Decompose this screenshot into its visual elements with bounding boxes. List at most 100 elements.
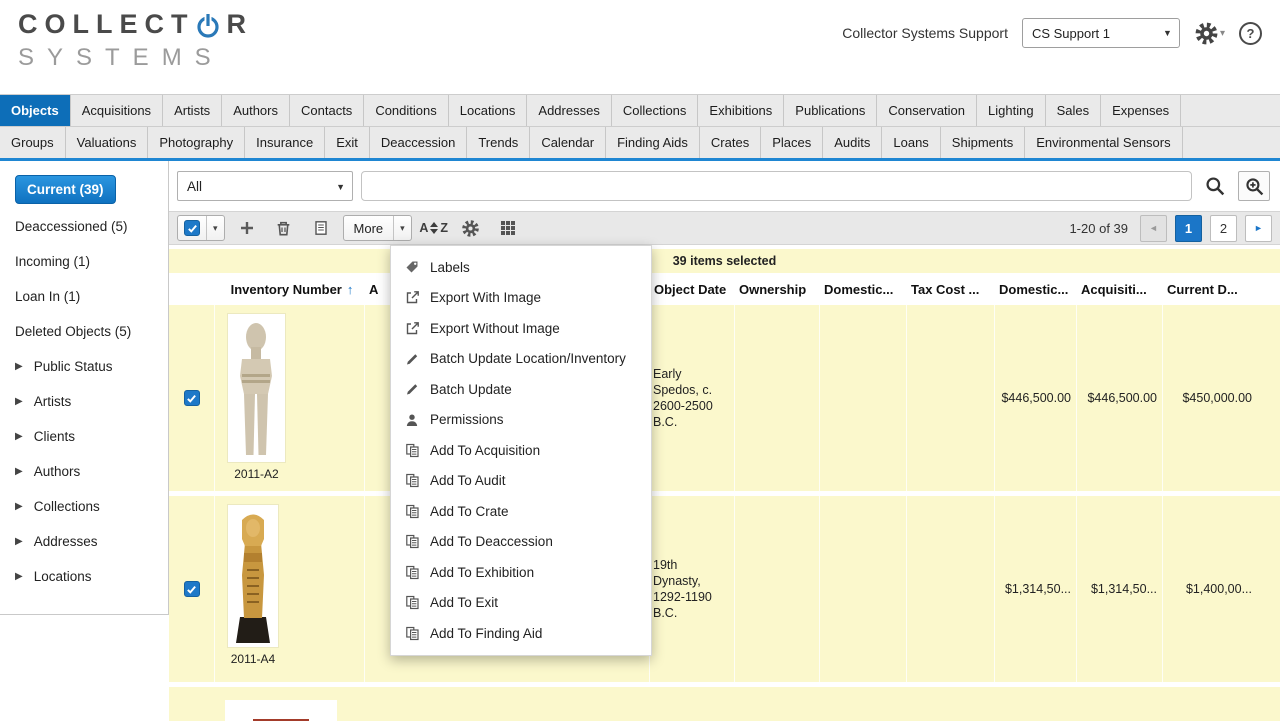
- tab-calendar[interactable]: Calendar: [530, 127, 606, 158]
- menu-item-add-to-exhibition[interactable]: Add To Exhibition: [391, 557, 651, 588]
- tab-exhibitions[interactable]: Exhibitions: [698, 95, 784, 126]
- tab-deaccession[interactable]: Deaccession: [370, 127, 467, 158]
- tab-addresses[interactable]: Addresses: [527, 95, 611, 126]
- menu-item-add-to-finding-aid[interactable]: Add To Finding Aid: [391, 618, 651, 649]
- tab-finding-aids[interactable]: Finding Aids: [606, 127, 700, 158]
- sidebar-item-current[interactable]: Current (39): [15, 175, 116, 204]
- sidebar-group-artists[interactable]: ▶Artists: [0, 384, 168, 419]
- tab-sales[interactable]: Sales: [1046, 95, 1102, 126]
- row-checkbox[interactable]: [184, 390, 200, 406]
- chevron-down-icon[interactable]: ▾: [400, 223, 405, 234]
- sidebar-group-collections[interactable]: ▶Collections: [0, 489, 168, 524]
- tab-loans[interactable]: Loans: [882, 127, 940, 158]
- tab-acquisitions[interactable]: Acquisitions: [71, 95, 163, 126]
- sidebar-group-label: Clients: [34, 429, 75, 444]
- page-2-button[interactable]: 2: [1210, 215, 1237, 242]
- tab-publications[interactable]: Publications: [784, 95, 877, 126]
- menu-item-add-to-crate[interactable]: Add To Crate: [391, 496, 651, 527]
- tag-icon: [404, 259, 420, 275]
- thumbnail-cycladic-figurine[interactable]: [228, 314, 285, 462]
- sidebar-item-deleted-objects[interactable]: Deleted Objects (5): [0, 314, 168, 349]
- select-all-split-button[interactable]: ▾: [177, 215, 225, 241]
- tab-trends[interactable]: Trends: [467, 127, 530, 158]
- sidebar-group-locations[interactable]: ▶Locations: [0, 559, 168, 594]
- tab-authors[interactable]: Authors: [222, 95, 290, 126]
- object-thumbnail[interactable]: [225, 700, 337, 721]
- zoom-in-icon: [1245, 177, 1264, 196]
- table-row[interactable]: 2011-A4 19th Dynasty, 1292-1190 B.C. $1,…: [169, 496, 1280, 682]
- tab-objects[interactable]: Objects: [0, 95, 71, 126]
- menu-item-batch-update[interactable]: Batch Update: [391, 374, 651, 405]
- tab-expenses[interactable]: Expenses: [1101, 95, 1181, 126]
- tabs-row-2: Groups Valuations Photography Insurance …: [0, 126, 1280, 158]
- tab-contacts[interactable]: Contacts: [290, 95, 364, 126]
- tab-environmental-sensors[interactable]: Environmental Sensors: [1025, 127, 1182, 158]
- sidebar-item-deaccessioned[interactable]: Deaccessioned (5): [0, 209, 168, 244]
- tab-places[interactable]: Places: [761, 127, 823, 158]
- tab-locations[interactable]: Locations: [449, 95, 528, 126]
- column-header-current[interactable]: Current D...: [1163, 282, 1257, 297]
- sidebar-item-loan-in[interactable]: Loan In (1): [0, 279, 168, 314]
- search-button[interactable]: [1200, 171, 1230, 201]
- grid-settings-button[interactable]: [456, 214, 486, 242]
- tab-collections[interactable]: Collections: [612, 95, 699, 126]
- menu-item-export-with-image[interactable]: Export With Image: [391, 283, 651, 314]
- menu-item-batch-update-location-inventory[interactable]: Batch Update Location/Inventory: [391, 344, 651, 375]
- column-header-tax-cost[interactable]: Tax Cost ...: [907, 282, 995, 297]
- tab-groups[interactable]: Groups: [0, 127, 66, 158]
- menu-item-add-to-audit[interactable]: Add To Audit: [391, 466, 651, 497]
- tab-insurance[interactable]: Insurance: [245, 127, 325, 158]
- menu-item-export-without-image[interactable]: Export Without Image: [391, 313, 651, 344]
- column-header-inventory-number[interactable]: Inventory Number↑: [215, 282, 365, 297]
- tab-conservation[interactable]: Conservation: [877, 95, 977, 126]
- sidebar-group-public-status[interactable]: ▶Public Status: [0, 349, 168, 384]
- row-checkbox[interactable]: [184, 581, 200, 597]
- next-page-button[interactable]: ►: [1245, 215, 1272, 242]
- tab-valuations[interactable]: Valuations: [66, 127, 149, 158]
- grid-icon: [500, 220, 516, 236]
- chevron-down-icon[interactable]: ▾: [213, 223, 218, 234]
- sort-button[interactable]: A Z: [419, 214, 449, 242]
- menu-item-add-to-exit[interactable]: Add To Exit: [391, 588, 651, 619]
- report-button[interactable]: [306, 214, 336, 242]
- column-header-domestic-1[interactable]: Domestic...: [820, 282, 907, 297]
- tab-exit[interactable]: Exit: [325, 127, 370, 158]
- help-button[interactable]: ?: [1239, 22, 1262, 45]
- column-header-acquisition[interactable]: Acquisiti...: [1077, 282, 1163, 297]
- tab-crates[interactable]: Crates: [700, 127, 761, 158]
- tab-shipments[interactable]: Shipments: [941, 127, 1025, 158]
- settings-gear-button[interactable]: ▾: [1194, 21, 1225, 46]
- tab-audits[interactable]: Audits: [823, 127, 882, 158]
- search-input[interactable]: [361, 171, 1192, 201]
- tab-photography[interactable]: Photography: [148, 127, 245, 158]
- delete-button[interactable]: [269, 214, 299, 242]
- table-row[interactable]: [169, 687, 1280, 721]
- view-grid-button[interactable]: [493, 214, 523, 242]
- support-label: Collector Systems Support: [842, 25, 1008, 41]
- account-select[interactable]: CS Support 1 ▼: [1022, 18, 1180, 48]
- sidebar-item-incoming[interactable]: Incoming (1): [0, 244, 168, 279]
- sidebar-group-addresses[interactable]: ▶Addresses: [0, 524, 168, 559]
- column-header-domestic-2[interactable]: Domestic...: [995, 282, 1077, 297]
- sidebar-group-clients[interactable]: ▶Clients: [0, 419, 168, 454]
- advanced-search-button[interactable]: [1238, 171, 1270, 201]
- tab-conditions[interactable]: Conditions: [364, 95, 448, 126]
- select-all-checkbox[interactable]: [184, 220, 200, 236]
- tab-artists[interactable]: Artists: [163, 95, 222, 126]
- more-dropdown-menu: Labels Export With Image Export Without …: [390, 245, 652, 656]
- add-object-button[interactable]: [232, 214, 262, 242]
- more-split-button[interactable]: More ▾: [343, 215, 412, 241]
- page-1-button[interactable]: 1: [1175, 215, 1202, 242]
- thumbnail-ushabti-figurine[interactable]: [228, 505, 278, 647]
- menu-item-labels[interactable]: Labels: [391, 252, 651, 283]
- menu-item-permissions[interactable]: Permissions: [391, 405, 651, 436]
- column-header-ownership[interactable]: Ownership: [735, 282, 820, 297]
- previous-page-button[interactable]: ◄: [1140, 215, 1167, 242]
- menu-item-add-to-deaccession[interactable]: Add To Deaccession: [391, 527, 651, 558]
- tab-lighting[interactable]: Lighting: [977, 95, 1046, 126]
- menu-item-add-to-acquisition[interactable]: Add To Acquisition: [391, 435, 651, 466]
- table-row[interactable]: 2011-A2 Early Spedos, c. 2600-2500 B.C. …: [169, 305, 1280, 491]
- sidebar-group-authors[interactable]: ▶Authors: [0, 454, 168, 489]
- search-scope-select[interactable]: All ▼: [177, 171, 353, 201]
- column-header-object-date[interactable]: Object Date: [650, 282, 735, 297]
